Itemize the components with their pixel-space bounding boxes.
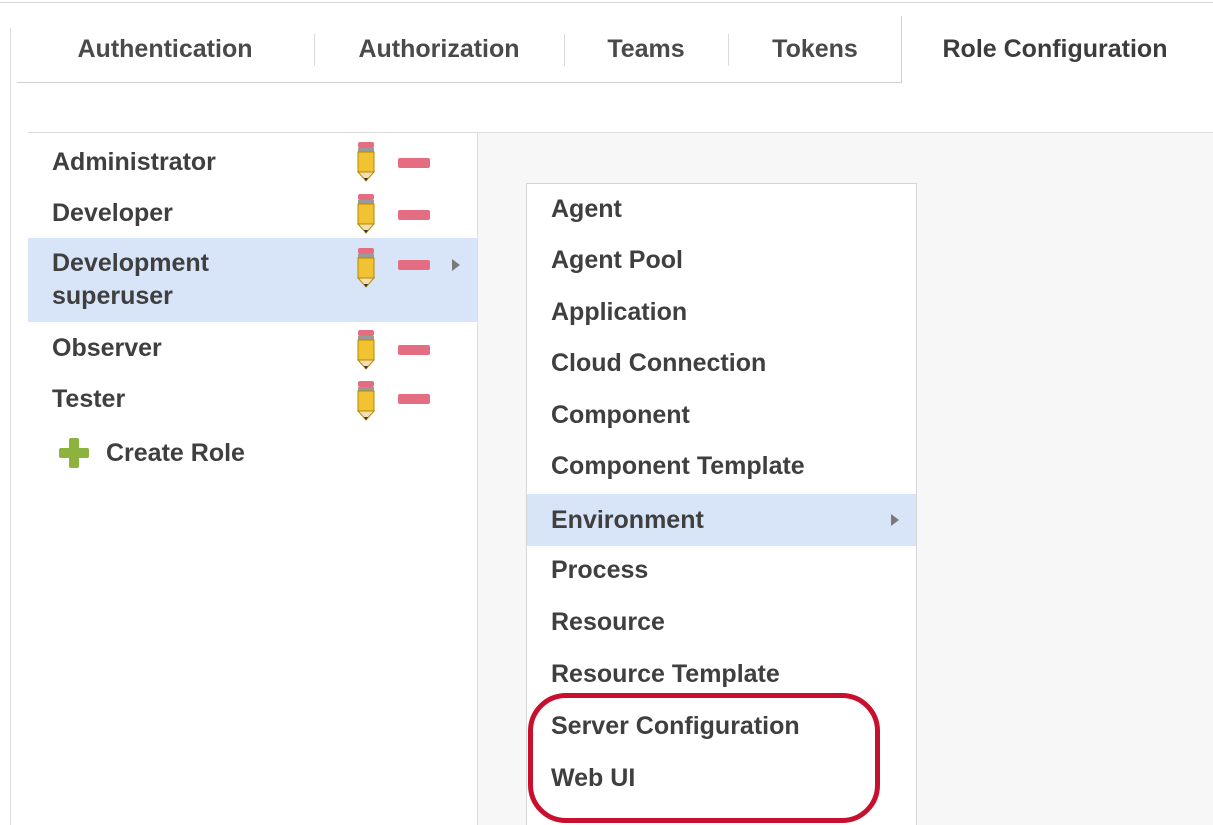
chevron-right-icon xyxy=(891,514,899,526)
minus-icon[interactable] xyxy=(398,394,430,404)
role-list: Administrator Developer Development supe… xyxy=(28,133,478,825)
menu-item-label: Component Template xyxy=(551,452,805,480)
plus-icon xyxy=(59,438,89,468)
minus-icon[interactable] xyxy=(398,345,430,355)
menu-item-label: Agent Pool xyxy=(551,246,683,274)
tab-tokens[interactable]: Tokens xyxy=(729,16,901,82)
menu-item-label: Environment xyxy=(551,506,704,534)
minus-icon[interactable] xyxy=(398,260,430,270)
role-label: Observer xyxy=(52,334,162,362)
chevron-right-icon xyxy=(452,259,460,271)
menu-item-resource[interactable]: Resource xyxy=(527,598,916,646)
menu-item-label: Resource xyxy=(551,608,665,636)
menu-item-resource-template[interactable]: Resource Template xyxy=(527,650,916,698)
menu-item-agent-pool[interactable]: Agent Pool xyxy=(527,236,916,284)
pencil-icon[interactable] xyxy=(357,381,375,421)
menu-item-environment[interactable]: Environment xyxy=(527,494,916,546)
role-label: Developer xyxy=(52,199,173,227)
minus-icon[interactable] xyxy=(398,158,430,168)
top-rule xyxy=(0,2,1213,3)
menu-item-label: Process xyxy=(551,556,649,584)
role-label: Tester xyxy=(52,385,126,413)
create-role-label: Create Role xyxy=(106,439,245,467)
menu-item-label: Application xyxy=(551,298,688,326)
permission-category-menu: Agent Agent Pool Application Cloud Conne… xyxy=(526,183,917,825)
role-configuration-page: Authentication Authorization Teams Token… xyxy=(0,0,1213,825)
menu-item-component-template[interactable]: Component Template xyxy=(527,442,916,490)
outer-left-rule xyxy=(10,28,11,825)
menu-item-agent[interactable]: Agent xyxy=(527,185,916,233)
pencil-icon[interactable] xyxy=(357,248,375,288)
menu-item-label: Web UI xyxy=(551,764,636,792)
menu-item-application[interactable]: Application xyxy=(527,288,916,336)
tab-authentication[interactable]: Authentication xyxy=(17,16,313,82)
role-item-administrator[interactable]: Administrator xyxy=(28,141,477,183)
tab-authorization[interactable]: Authorization xyxy=(315,16,563,82)
pencil-icon[interactable] xyxy=(357,330,375,370)
menu-item-label: Resource Template xyxy=(551,660,780,688)
menu-item-component[interactable]: Component xyxy=(527,391,916,439)
menu-item-web-ui[interactable]: Web UI xyxy=(527,754,916,802)
tab-teams[interactable]: Teams xyxy=(565,16,727,82)
role-label: Administrator xyxy=(52,148,216,176)
menu-item-process[interactable]: Process xyxy=(527,546,916,594)
menu-item-server-configuration[interactable]: Server Configuration xyxy=(527,702,916,750)
menu-item-cloud-connection[interactable]: Cloud Connection xyxy=(527,339,916,387)
pencil-icon[interactable] xyxy=(357,194,375,234)
pencil-icon[interactable] xyxy=(357,142,375,182)
tab-role-configuration[interactable]: Role Configuration xyxy=(901,16,1208,83)
role-item-observer[interactable]: Observer xyxy=(28,329,477,371)
menu-item-label: Component xyxy=(551,401,690,429)
role-item-developer[interactable]: Developer xyxy=(28,193,477,235)
menu-item-label: Server Configuration xyxy=(551,712,800,740)
menu-item-label: Cloud Connection xyxy=(551,349,767,377)
role-label-line1: Development xyxy=(52,249,209,277)
role-label-line2: superuser xyxy=(52,282,173,310)
create-role-button[interactable]: Create Role xyxy=(52,435,352,471)
menu-item-label: Agent xyxy=(551,195,622,223)
minus-icon[interactable] xyxy=(398,210,430,220)
role-item-development-superuser[interactable]: Development superuser xyxy=(28,238,477,322)
tab-bar: Authentication Authorization Teams Token… xyxy=(17,16,1213,83)
role-item-tester[interactable]: Tester xyxy=(28,380,477,422)
